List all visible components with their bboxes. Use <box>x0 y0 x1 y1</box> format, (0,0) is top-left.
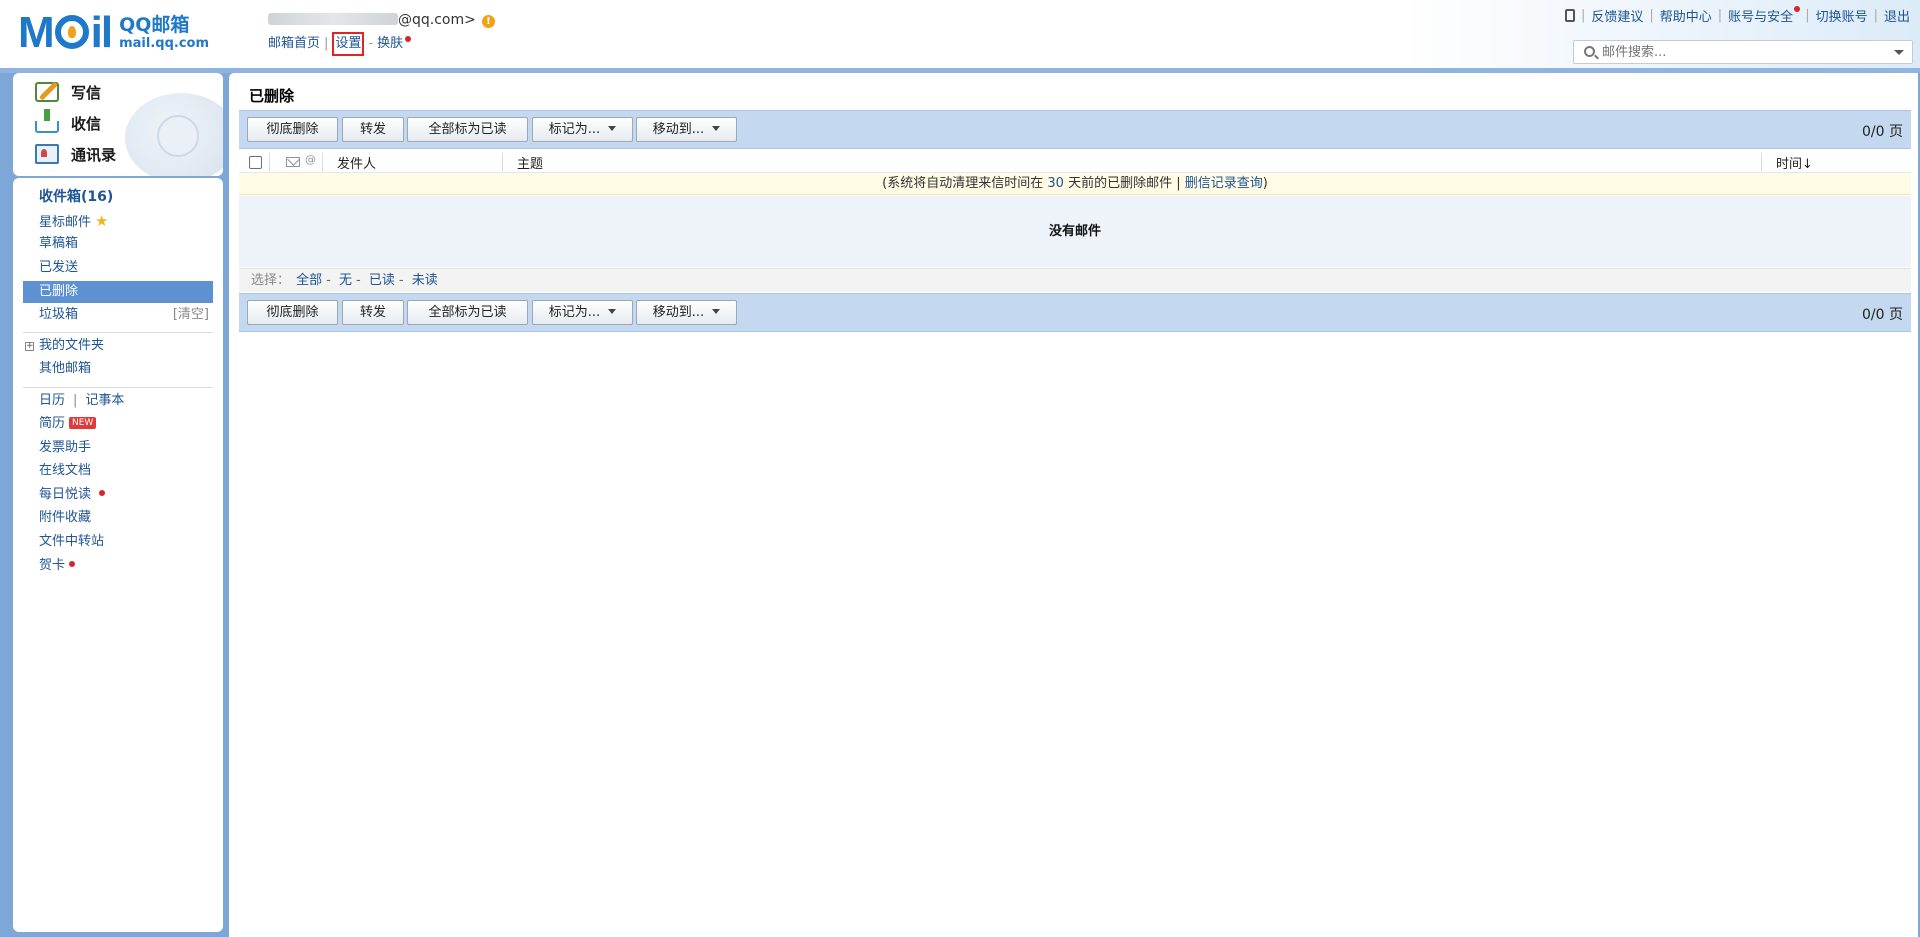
mark-as-dropdown[interactable]: 标记为... <box>532 300 633 325</box>
chevron-down-icon <box>712 309 721 314</box>
chevron-down-icon <box>608 126 617 131</box>
header: Mil QQ邮箱 mail.qq.com @qq.com>! 邮箱首页 | 设置 - 换… <box>0 0 1920 70</box>
calendar-link[interactable]: 日历 <box>39 393 65 408</box>
main-panel: 已删除 彻底删除 转发 全部标为已读 标记为... 移动到... 0/0 页 @… <box>229 73 1918 937</box>
bottom-toolbar: 彻底删除 转发 全部标为已读 标记为... 移动到... 0/0 页 <box>239 293 1911 332</box>
envelope-icon <box>286 157 300 167</box>
contacts-icon <box>35 144 59 164</box>
sidebar-item-attachments[interactable]: 附件收藏 <box>23 507 213 529</box>
logo-name-en: mail.qq.com <box>119 36 210 51</box>
sidebar-item-drafts[interactable]: 草稿箱 <box>23 233 213 255</box>
logo-bell-icon <box>54 15 89 49</box>
logout-link[interactable]: 退出 <box>1884 6 1910 25</box>
top-toolbar: 彻底删除 转发 全部标为已读 标记为... 移动到... 0/0 页 <box>239 110 1911 149</box>
logo-mark: Mil <box>18 8 113 57</box>
mark-all-read-button[interactable]: 全部标为已读 <box>407 300 528 325</box>
notice-days: 30 <box>1047 176 1064 191</box>
top-nav: 邮箱首页 | 设置 - 换肤 <box>268 32 412 56</box>
column-time[interactable]: 时间↓ <box>1776 153 1813 172</box>
attachment-icon: @ <box>305 153 316 166</box>
select-all-link[interactable]: 全部 <box>296 273 322 288</box>
page-indicator: 0/0 页 <box>1862 124 1903 140</box>
sidebar-item-sent[interactable]: 已发送 <box>23 257 213 279</box>
mark-all-read-button[interactable]: 全部标为已读 <box>407 117 528 142</box>
mail-search-box[interactable] <box>1573 40 1913 64</box>
mascot-decoration <box>125 93 223 176</box>
top-links: | 反馈建议 | 帮助中心 | 账号与安全 | 切换账号 | 退出 <box>1564 6 1910 25</box>
empty-message: 没有邮件 <box>239 196 1911 267</box>
sidebar-item-resume[interactable]: 简历 NEW <box>23 413 213 435</box>
select-none-link[interactable]: 无 <box>339 273 352 288</box>
contacts-button[interactable]: 通讯录 <box>35 141 116 167</box>
red-dot-icon <box>405 36 412 42</box>
page-title: 已删除 <box>249 87 295 105</box>
quick-actions-panel: 写信 收信 通讯录 <box>13 73 223 176</box>
account-address: @qq.com>! <box>268 12 495 28</box>
select-row: 选择： 全部 - 无- 已读 - 未读 <box>239 268 1911 292</box>
search-dropdown-arrow-icon[interactable] <box>1894 50 1904 55</box>
new-badge: NEW <box>69 417 97 429</box>
expand-plus-icon[interactable]: + <box>25 342 34 351</box>
deletion-log-link[interactable]: 删信记录查询 <box>1185 176 1263 191</box>
red-dot-icon <box>69 561 76 567</box>
page-indicator: 0/0 页 <box>1862 307 1903 323</box>
logo-name-cn: QQ邮箱 <box>119 14 190 36</box>
phone-icon[interactable] <box>1564 9 1575 22</box>
sidebar-item-inbox[interactable]: 收件箱(16) <box>23 186 213 208</box>
clear-trash-link[interactable]: [清空] <box>173 304 209 326</box>
sidebar-item-invoice[interactable]: 发票助手 <box>23 437 213 459</box>
feedback-link[interactable]: 反馈建议 <box>1591 6 1643 25</box>
qq-mail-logo[interactable]: Mil QQ邮箱 mail.qq.com <box>18 8 248 57</box>
sidebar-item-file-transfer[interactable]: 文件中转站 <box>23 531 213 553</box>
sidebar-item-starred[interactable]: 星标邮件 ★ <box>23 210 213 232</box>
chevron-down-icon <box>712 126 721 131</box>
forward-button[interactable]: 转发 <box>342 117 404 142</box>
sidebar-item-calendar-notebook: 日历 | 记事本 <box>39 393 125 408</box>
redacted-account-name <box>268 13 398 25</box>
sidebar-item-docs[interactable]: 在线文档 <box>23 460 213 482</box>
move-to-dropdown[interactable]: 移动到... <box>636 117 737 142</box>
write-icon <box>35 82 59 102</box>
folder-sidebar: 收件箱(16) 星标邮件 ★ 草稿箱 已发送 已删除 垃圾箱 [清空] + 我的文件夹… <box>13 178 223 932</box>
receive-icon <box>35 109 59 133</box>
search-icon <box>1584 46 1595 57</box>
help-center-link[interactable]: 帮助中心 <box>1660 6 1712 25</box>
select-all-checkbox[interactable] <box>249 156 262 169</box>
mail-home-link[interactable]: 邮箱首页 <box>268 36 320 51</box>
red-dot-icon <box>99 490 106 496</box>
account-security-link[interactable]: 账号与安全 <box>1728 6 1801 25</box>
column-sender[interactable]: 发件人 <box>337 153 376 172</box>
skin-link[interactable]: 换肤 <box>377 36 412 51</box>
write-mail-button[interactable]: 写信 <box>35 79 101 105</box>
delete-forever-button[interactable]: 彻底删除 <box>247 300 338 325</box>
sidebar-item-my-folders[interactable]: + 我的文件夹 <box>23 335 213 357</box>
sidebar-item-other-mailbox[interactable]: 其他邮箱 <box>23 358 213 380</box>
sidebar-item-deleted[interactable]: 已删除 <box>23 281 213 303</box>
notebook-link[interactable]: 记事本 <box>85 393 124 408</box>
settings-highlight: 设置 <box>332 32 365 56</box>
delete-forever-button[interactable]: 彻底删除 <box>247 117 338 142</box>
mark-as-dropdown[interactable]: 标记为... <box>532 117 633 142</box>
move-to-dropdown[interactable]: 移动到... <box>636 300 737 325</box>
switch-account-link[interactable]: 切换账号 <box>1816 6 1868 25</box>
warning-icon[interactable]: ! <box>481 15 495 28</box>
settings-link[interactable]: 设置 <box>335 36 361 51</box>
select-unread-link[interactable]: 未读 <box>412 273 438 288</box>
star-icon: ★ <box>95 212 109 230</box>
auto-clean-notice: (系统将自动清理来信时间在 30 天前的已删除邮件 | 删信记录查询) <box>239 173 1911 195</box>
sidebar-item-daily-reading[interactable]: 每日悦读 <box>23 484 213 506</box>
chevron-down-icon <box>608 309 617 314</box>
sidebar-item-cards[interactable]: 贺卡 <box>23 555 213 577</box>
mail-search-input[interactable] <box>1602 43 1882 61</box>
sidebar-item-trash[interactable]: 垃圾箱 [清空] <box>23 304 213 326</box>
mail-list-header: @ 发件人 主题 时间↓ <box>239 151 1911 173</box>
select-read-link[interactable]: 已读 <box>369 273 395 288</box>
forward-button[interactable]: 转发 <box>342 300 404 325</box>
column-subject[interactable]: 主题 <box>517 153 543 172</box>
red-dot-icon <box>1794 6 1801 12</box>
receive-mail-button[interactable]: 收信 <box>35 109 101 136</box>
